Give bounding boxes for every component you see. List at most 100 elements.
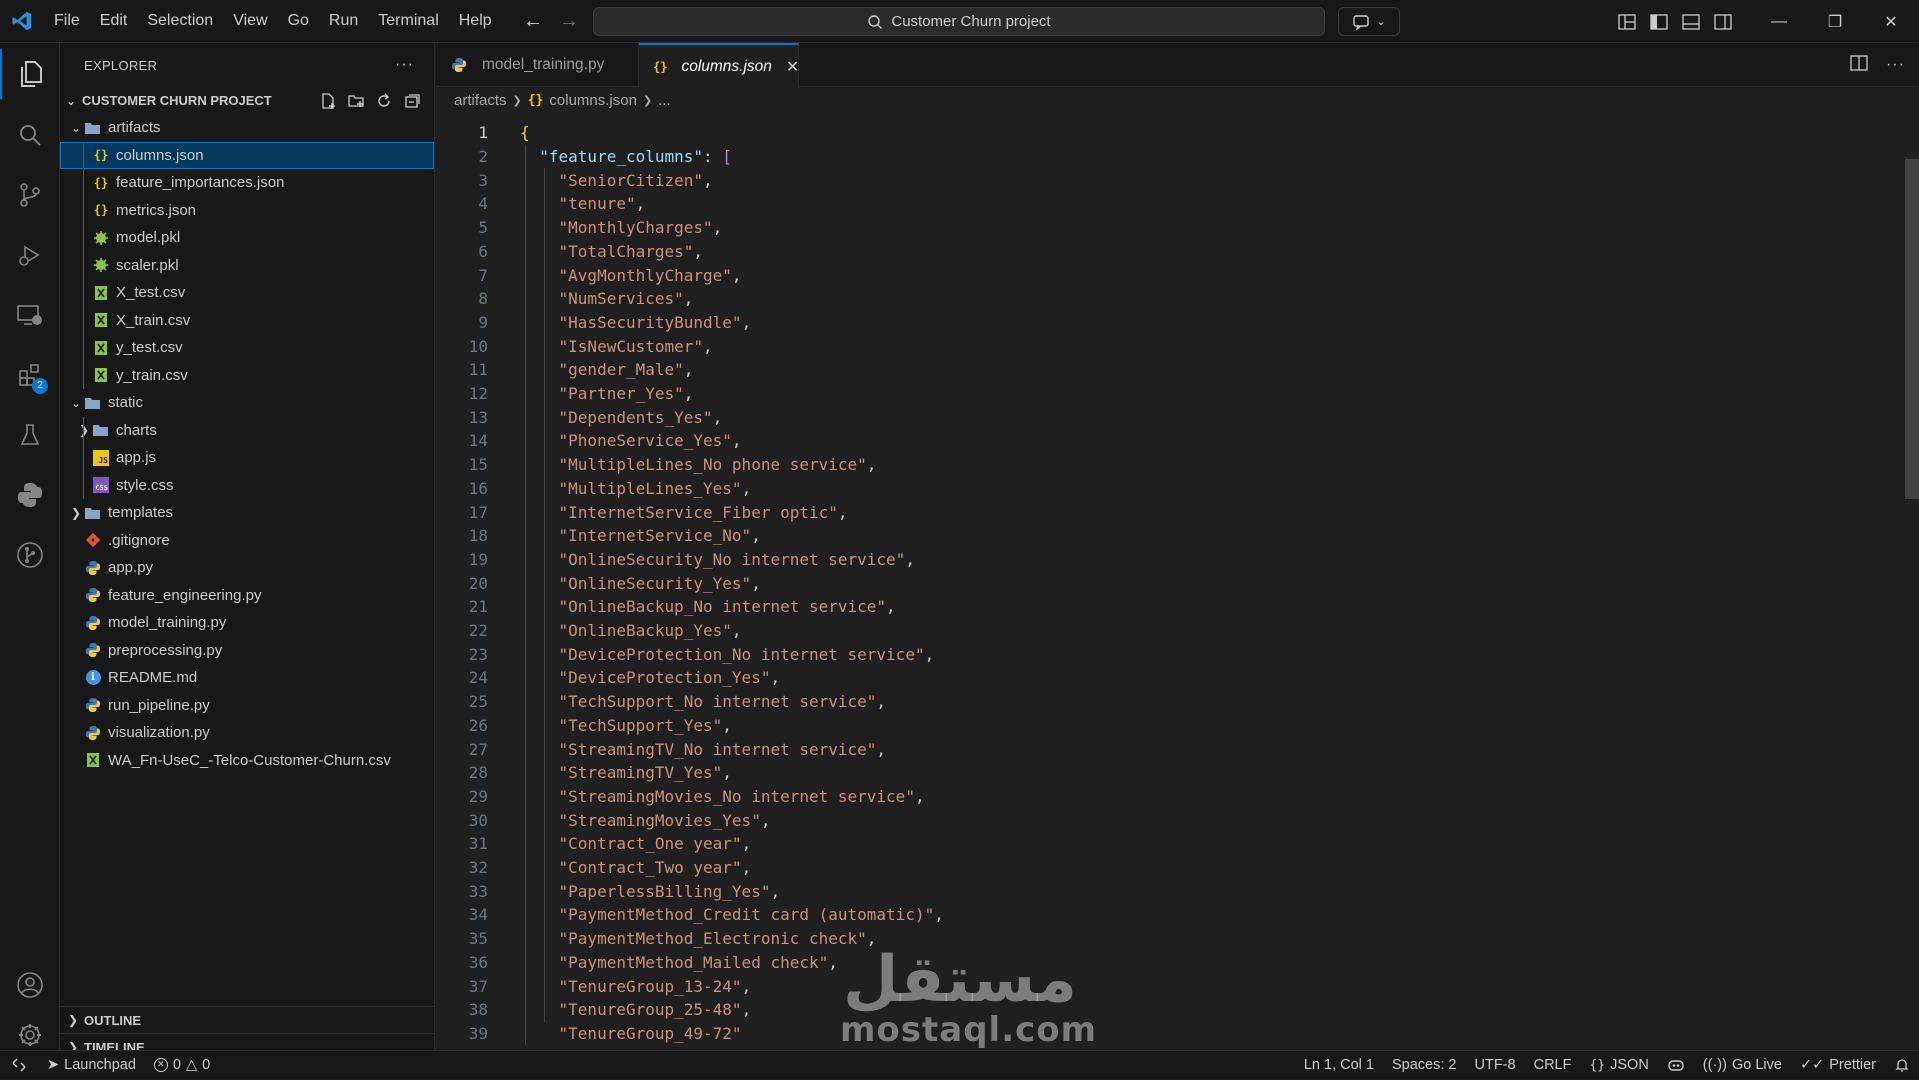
line-number: 15 — [468, 455, 488, 475]
new-file-icon[interactable] — [318, 91, 338, 111]
encoding[interactable]: UTF-8 — [1466, 1051, 1525, 1080]
collapse-all-icon[interactable] — [402, 91, 422, 111]
file-item[interactable]: run_pipeline.py — [60, 692, 434, 720]
tab-columns-json[interactable]: {} columns.json ✕ — [639, 43, 799, 88]
line-text: "MultipleLines_No phone service", — [558, 455, 877, 475]
python-file-icon — [84, 586, 102, 604]
line-number: 38 — [468, 1000, 488, 1020]
extensions-icon[interactable]: 2 — [0, 350, 60, 400]
file-item[interactable]: .gitignore — [60, 527, 434, 555]
indent-guide — [83, 251, 84, 279]
folder-item[interactable]: ⌄ artifacts — [60, 114, 434, 142]
file-item[interactable]: visualization.py — [60, 719, 434, 747]
folder-item[interactable]: ❯ charts — [60, 416, 434, 444]
menu-run[interactable]: Run — [319, 6, 368, 36]
file-item[interactable]: X_train.csv — [60, 306, 434, 334]
file-item[interactable]: JS app.js — [60, 444, 434, 472]
source-control-icon[interactable] — [0, 170, 60, 220]
file-item[interactable]: feature_engineering.py — [60, 582, 434, 610]
file-item[interactable]: y_test.csv — [60, 334, 434, 362]
prettier-status[interactable]: ✓✓ Prettier — [1791, 1051, 1885, 1080]
file-item[interactable]: model.pkl — [60, 224, 434, 252]
code-line: 4 "tenure", — [436, 192, 1896, 216]
file-item[interactable]: {} metrics.json — [60, 196, 434, 224]
breadcrumb-folder[interactable]: artifacts — [454, 92, 507, 109]
menu-selection[interactable]: Selection — [137, 6, 223, 36]
forward-arrow-icon[interactable]: → — [556, 9, 582, 35]
accounts-icon[interactable] — [0, 960, 60, 1010]
search-icon[interactable] — [0, 110, 60, 160]
csv-file-icon — [92, 284, 110, 302]
new-folder-icon[interactable] — [346, 91, 366, 111]
file-item[interactable]: scaler.pkl — [60, 251, 434, 279]
remote-explorer-icon[interactable] — [0, 290, 60, 340]
copilot-button[interactable]: ⌄ — [1338, 7, 1400, 36]
tab-model-training[interactable]: model_training.py — [436, 43, 639, 87]
indent-guide — [83, 361, 84, 389]
json-string: "Contract_Two year" — [558, 858, 742, 878]
file-item[interactable]: y_train.csv — [60, 361, 434, 389]
more-actions-icon[interactable]: ··· — [1886, 56, 1905, 74]
cursor-position[interactable]: Ln 1, Col 1 — [1295, 1051, 1383, 1080]
file-item[interactable]: CSS style.css — [60, 471, 434, 499]
folder-item[interactable]: ⌄ static — [60, 389, 434, 417]
close-window-icon[interactable]: ✕ — [1863, 0, 1919, 43]
file-item[interactable]: i README.md — [60, 664, 434, 692]
json-string: "TechSupport_No internet service" — [558, 692, 877, 712]
file-item[interactable]: X_test.csv — [60, 279, 434, 307]
menu-go[interactable]: Go — [278, 6, 319, 36]
explorer-icon[interactable] — [0, 49, 60, 99]
menu-terminal[interactable]: Terminal — [368, 6, 448, 36]
remote-indicator[interactable] — [0, 1051, 38, 1080]
tab-label: columns.json — [681, 57, 772, 75]
notifications-bell[interactable] — [1885, 1051, 1919, 1080]
toggle-panel-icon[interactable] — [1680, 11, 1702, 33]
code-editor[interactable]: 1{2 "feature_columns": [3 "SeniorCitizen… — [436, 115, 1919, 1050]
launchpad-status[interactable]: ➤ Launchpad — [38, 1051, 145, 1080]
toggle-secondary-sidebar-icon[interactable] — [1712, 11, 1734, 33]
close-tab-icon[interactable]: ✕ — [786, 57, 799, 77]
run-debug-icon[interactable] — [0, 230, 60, 280]
outline-section-header[interactable]: ❯ OUTLINE — [60, 1006, 435, 1033]
file-item[interactable]: WA_Fn-UseC_-Telco-Customer-Churn.csv — [60, 747, 434, 775]
breadcrumb-more[interactable]: ... — [658, 92, 671, 109]
indentation[interactable]: Spaces: 2 — [1383, 1051, 1466, 1080]
breadcrumb-file[interactable]: columns.json — [549, 92, 637, 109]
language-mode[interactable]: {} JSON — [1580, 1051, 1657, 1080]
git-graph-icon[interactable] — [0, 530, 60, 580]
tree-item-label: feature_engineering.py — [108, 586, 262, 604]
copilot-status[interactable] — [1658, 1051, 1694, 1080]
more-actions-icon[interactable]: ··· — [395, 56, 414, 74]
menu-view[interactable]: View — [223, 6, 277, 36]
command-center-search[interactable]: Customer Churn project — [593, 7, 1325, 36]
line-number: 13 — [468, 407, 488, 427]
go-live-button[interactable]: ((·)) Go Live — [1694, 1051, 1791, 1080]
split-editor-icon[interactable] — [1850, 54, 1868, 77]
code-line: 39 "TenureGroup_49-72" — [436, 1022, 1896, 1046]
file-item[interactable]: {} columns.json — [60, 141, 434, 169]
line-text: "TechSupport_No internet service", — [558, 692, 887, 712]
json-string: "MultipleLines_No phone service" — [558, 455, 867, 475]
folder-item[interactable]: ❯ templates — [60, 499, 434, 527]
testing-icon[interactable] — [0, 410, 60, 460]
file-item[interactable]: app.py — [60, 554, 434, 582]
refresh-icon[interactable] — [374, 91, 394, 111]
problems-status[interactable]: ✕ 0 △ 0 — [145, 1051, 219, 1080]
json-string: "TechSupport_Yes" — [558, 715, 723, 735]
menu-file[interactable]: File — [44, 6, 90, 36]
project-section-header[interactable]: ⌄ CUSTOMER CHURN PROJECT — [60, 87, 434, 114]
vertical-scrollbar[interactable] — [1905, 159, 1919, 499]
toggle-primary-sidebar-icon[interactable] — [1648, 11, 1670, 33]
menu-edit[interactable]: Edit — [90, 6, 138, 36]
customize-layout-icon[interactable] — [1616, 11, 1638, 33]
file-item[interactable]: preprocessing.py — [60, 637, 434, 665]
python-icon[interactable] — [0, 470, 60, 520]
end-of-line[interactable]: CRLF — [1525, 1051, 1581, 1080]
restore-icon[interactable]: ❐ — [1807, 0, 1863, 43]
back-arrow-icon[interactable]: ← — [520, 9, 546, 35]
file-item[interactable]: model_training.py — [60, 609, 434, 637]
file-item[interactable]: {} feature_importances.json — [60, 169, 434, 197]
line-number: 14 — [468, 431, 488, 451]
menu-help[interactable]: Help — [449, 6, 502, 36]
minimize-icon[interactable]: — — [1751, 0, 1807, 43]
